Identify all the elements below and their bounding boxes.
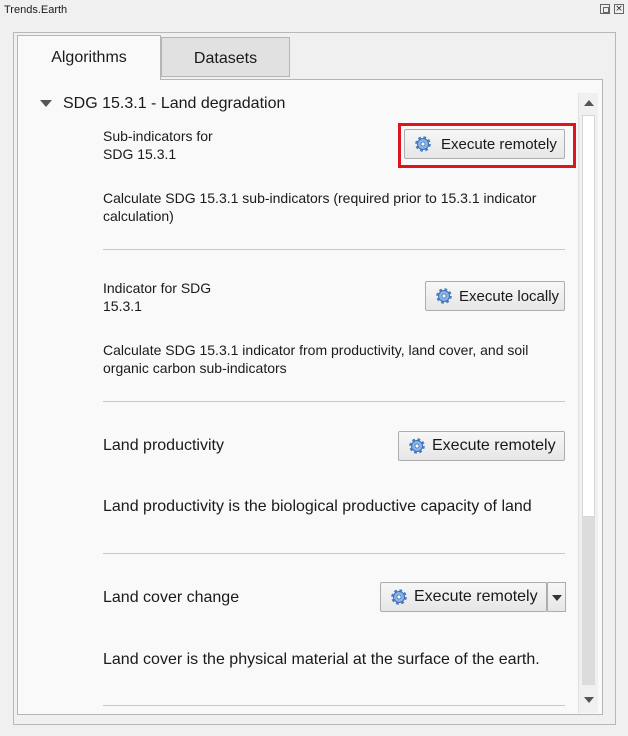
description-line: Calculate SDG 15.3.1 sub-indicators (req… <box>103 190 537 206</box>
window-title: Trends.Earth <box>4 4 68 16</box>
tab-datasets[interactable]: Datasets <box>161 37 290 77</box>
algorithm-description: Calculate SDG 15.3.1 sub-indicators (req… <box>103 189 536 225</box>
description-line: calculation) <box>103 208 174 224</box>
divider <box>103 401 565 402</box>
float-icon[interactable] <box>600 4 610 14</box>
title-bar: Trends.Earth × <box>0 0 628 22</box>
execute-remotely-button[interactable]: Execute remotely <box>380 582 547 612</box>
algorithm-description: Land productivity is the biological prod… <box>103 498 532 515</box>
gear-icon <box>391 589 407 605</box>
divider <box>103 553 565 554</box>
vertical-scrollbar[interactable] <box>578 93 598 713</box>
description-line: Calculate SDG 15.3.1 indicator from prod… <box>103 342 529 358</box>
description-line: organic carbon sub-indicators <box>103 360 287 376</box>
button-label: Execute remotely <box>432 437 556 454</box>
divider <box>103 249 565 250</box>
algorithm-name-line: Indicator for SDG <box>103 280 212 296</box>
highlight-box <box>398 123 576 168</box>
algorithm-description: Calculate SDG 15.3.1 indicator from prod… <box>103 341 528 377</box>
scroll-up-icon[interactable] <box>584 100 594 106</box>
algorithm-description: Land cover is the physical material at t… <box>103 651 540 668</box>
triangle-down-icon[interactable] <box>40 100 52 107</box>
scrollbar-track[interactable] <box>582 517 595 685</box>
group-title[interactable]: SDG 15.3.1 - Land degradation <box>63 95 285 113</box>
gear-icon <box>409 438 425 454</box>
tab-pane <box>17 79 603 715</box>
gear-icon <box>436 288 452 304</box>
algorithm-name: Indicator for SDG 15.3.1 <box>103 279 211 315</box>
algorithm-name: Land productivity <box>103 437 224 454</box>
button-label: Execute locally <box>459 288 560 305</box>
chevron-down-icon[interactable] <box>547 582 566 612</box>
button-label: Execute remotely <box>414 588 538 605</box>
algorithm-name: Land cover change <box>103 589 240 606</box>
tab-algorithms[interactable]: Algorithms <box>17 35 161 80</box>
scrollbar-thumb[interactable] <box>582 115 595 517</box>
scroll-down-icon[interactable] <box>584 697 594 703</box>
close-icon[interactable]: × <box>614 4 624 14</box>
divider <box>103 705 565 706</box>
algorithm-name-line: 15.3.1 <box>103 298 142 314</box>
execute-locally-button[interactable]: Execute locally <box>425 281 565 311</box>
algorithm-name-line: SDG 15.3.1 <box>103 146 177 162</box>
algorithm-name: Sub-indicators for SDG 15.3.1 <box>103 127 213 163</box>
execute-remotely-button[interactable]: Execute remotely <box>398 431 565 461</box>
algorithm-name-line: Sub-indicators for <box>103 128 213 144</box>
